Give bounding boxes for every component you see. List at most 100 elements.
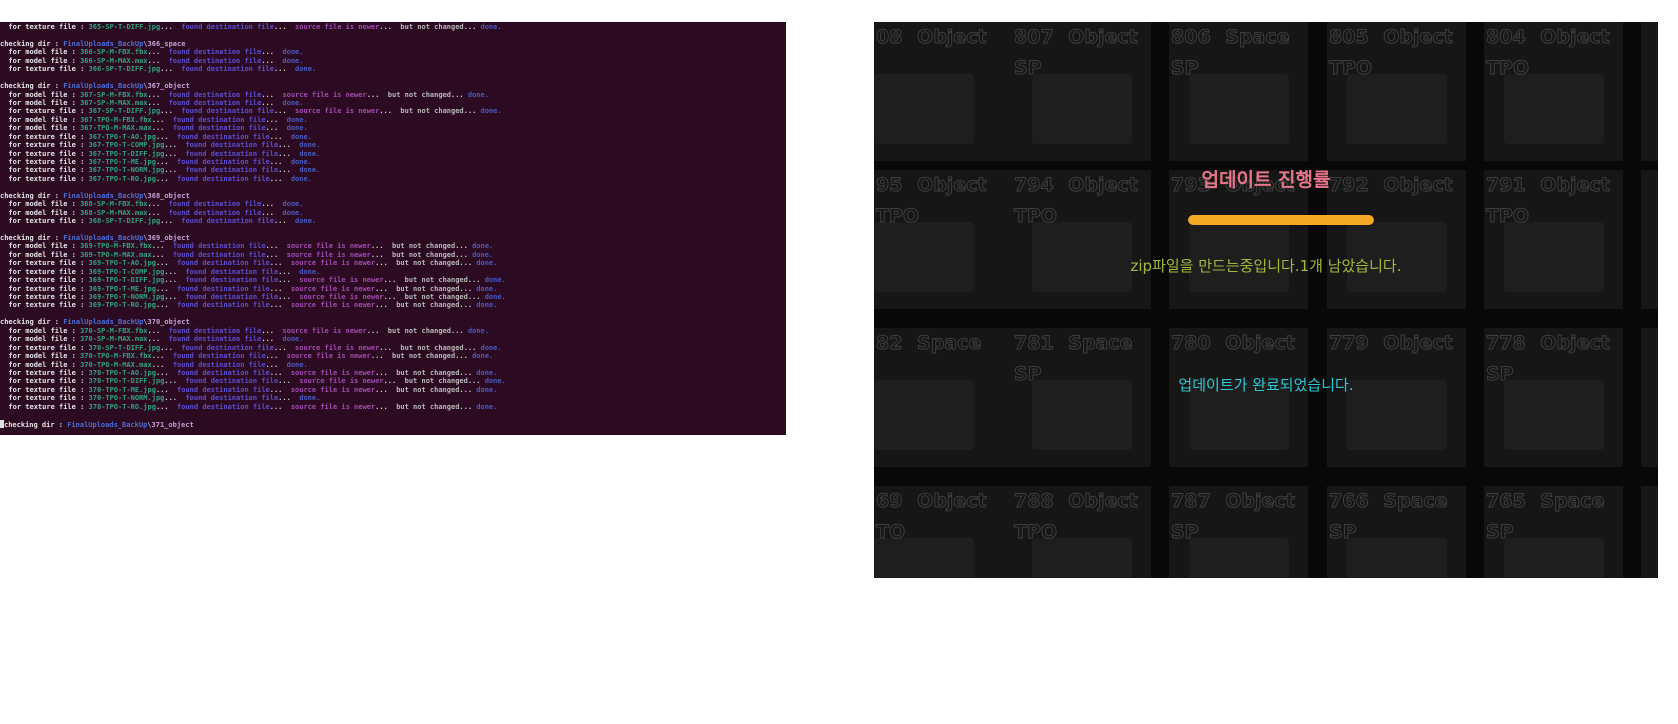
- not-changed-status: but not changed: [396, 368, 460, 377]
- not-changed-status: but not changed: [404, 276, 468, 285]
- terminal-file-line: for model file : 366-SP-M-MAX.max... fou…: [0, 56, 304, 65]
- asset-tile[interactable]: 807 Object SP: [1012, 22, 1151, 161]
- asset-thumbnail: [1347, 74, 1447, 144]
- source-status: source file is newer: [299, 276, 384, 285]
- progress-title: 업데이트 진행률: [1201, 169, 1331, 191]
- asset-tile[interactable]: 806 Space SP: [1169, 22, 1308, 161]
- asset-tile[interactable]: 779 Object: [1327, 328, 1466, 467]
- terminal-file-line: for model file : 367-SP-M-MAX.max... fou…: [0, 98, 304, 107]
- found-status: found destination file: [168, 90, 262, 99]
- terminal-file-line: for texture file : 369-TPO-T-ME.jpg... f…: [0, 284, 498, 293]
- done-status: done.: [467, 326, 489, 335]
- found-status: found destination file: [168, 335, 262, 344]
- not-changed-status: but not changed: [396, 385, 460, 394]
- done-status: done.: [484, 276, 506, 285]
- done-status: done.: [299, 166, 321, 175]
- file-label: for model file :: [0, 250, 81, 259]
- terminal-window[interactable]: for texture file : 365-SP-T-DIFF.jpg... …: [0, 22, 786, 435]
- source-status: source file is newer: [282, 90, 367, 99]
- found-status: found destination file: [172, 352, 266, 361]
- dir-name: \367_object: [143, 82, 190, 91]
- found-status: found destination file: [177, 259, 270, 268]
- terminal-file-line: for texture file : 369-TPO-T-COMP.jpg...…: [0, 267, 321, 276]
- dir-label: checking dir :: [4, 420, 68, 429]
- asset-tile[interactable]: 787 Object SP: [1169, 486, 1308, 578]
- done-status: done.: [282, 56, 304, 65]
- file-name: 370-TPO-T-NORM.jpg: [88, 394, 165, 403]
- terminal-file-line: for model file : 370-SP-M-MAX.max... fou…: [0, 335, 304, 344]
- asset-thumbnail: [1504, 74, 1604, 144]
- asset-tile[interactable]: 82 Space: [874, 328, 1015, 467]
- file-name: 370-TPO-T-RO.jpg: [88, 402, 156, 411]
- asset-tile[interactable]: 805 Object TPO: [1327, 22, 1466, 161]
- done-status: done.: [299, 141, 321, 150]
- found-status: found destination file: [168, 98, 262, 107]
- terminal-file-line: for texture file : 367-TPO-T-NORM.jpg...…: [0, 166, 321, 175]
- done-status: done.: [480, 343, 502, 352]
- asset-tile[interactable]: 780 Object: [1169, 328, 1308, 467]
- file-name: 367-TPO-T-NORM.jpg: [88, 166, 165, 175]
- terminal-log: for texture file : 365-SP-T-DIFF.jpg... …: [0, 22, 786, 429]
- found-status: found destination file: [181, 107, 274, 116]
- asset-tile[interactable]: 788 Object TPO: [1012, 486, 1151, 578]
- done-status: done.: [480, 23, 502, 31]
- file-label: for model file :: [0, 326, 81, 335]
- asset-tile[interactable]: 69 Object TO: [874, 486, 1015, 578]
- found-status: found destination file: [168, 326, 262, 335]
- dir-path: FinalUploads_BackUp: [63, 318, 144, 327]
- terminal-file-line: for texture file : 370-TPO-T-NORM.jpg...…: [0, 394, 321, 403]
- file-name: 369-TPO-T-DIFF.jpg: [88, 276, 165, 285]
- dir-label: checking dir :: [0, 191, 64, 200]
- not-changed-status: but not changed: [400, 107, 464, 116]
- found-status: found destination file: [172, 124, 266, 133]
- found-status: found destination file: [172, 250, 266, 259]
- not-changed-status: but not changed: [391, 250, 456, 259]
- terminal-file-line: for model file : 368-SP-M-MAX.max... fou…: [0, 208, 304, 217]
- terminal-file-line: for texture file : 369-TPO-T-AO.jpg... f…: [0, 259, 498, 268]
- found-status: found destination file: [185, 267, 279, 276]
- not-changed-status: but not changed: [396, 284, 460, 293]
- asset-tile[interactable]: 766 Space SP: [1327, 486, 1466, 578]
- not-changed-status: but not changed: [396, 402, 460, 411]
- asset-tile[interactable]: 781 Space SP: [1012, 328, 1151, 467]
- found-status: found destination file: [185, 377, 279, 386]
- asset-thumbnail: [1189, 74, 1289, 144]
- terminal-file-line: for texture file : 367-TPO-T-ME.jpg... f…: [0, 158, 312, 166]
- terminal-file-line: for texture file : 370-TPO-T-RO.jpg... f…: [0, 402, 498, 411]
- file-label: for texture file :: [0, 65, 89, 74]
- dir-label: checking dir :: [0, 318, 64, 327]
- found-status: found destination file: [185, 276, 279, 285]
- asset-tile[interactable]: 804 Object TPO: [1484, 22, 1623, 161]
- terminal-file-line: for texture file : 370-TPO-T-ME.jpg... f…: [0, 385, 498, 394]
- file-name: 370-TPO-T-AO.jpg: [88, 368, 156, 377]
- progress-bar-fill: [1188, 215, 1374, 225]
- terminal-file-line: for model file : 370-TPO-M-FBX.fbx... fo…: [0, 352, 494, 361]
- asset-tile-caption: 804 Object TPO: [1486, 26, 1611, 80]
- file-name: 366-SP-T-DIFF.jpg: [88, 65, 161, 74]
- file-label: for texture file :: [0, 284, 89, 293]
- file-label: for texture file :: [0, 377, 89, 386]
- done-status: done.: [472, 250, 494, 259]
- not-changed-status: but not changed: [400, 343, 464, 352]
- done-status: done.: [299, 267, 321, 276]
- asset-tile-partial: [1641, 22, 1658, 161]
- asset-tile[interactable]: 08 Object: [874, 22, 1015, 161]
- asset-tile[interactable]: 765 Space SP: [1484, 486, 1623, 578]
- not-changed-status: but not changed: [391, 242, 456, 251]
- found-status: found destination file: [185, 166, 279, 175]
- zip-status-text: zip파일을 만드는중입니다.1개 남았습니다.: [1130, 257, 1402, 275]
- found-status: found destination file: [181, 217, 274, 226]
- source-status: source file is newer: [295, 343, 380, 352]
- asset-tile-caption: 806 Space SP: [1171, 26, 1291, 80]
- done-status: done.: [290, 158, 312, 166]
- file-label: for texture file :: [0, 107, 89, 116]
- done-status: done.: [295, 217, 317, 226]
- file-label: for texture file :: [0, 402, 89, 411]
- found-status: found destination file: [177, 132, 270, 141]
- file-name: 369-TPO-T-COMP.jpg: [88, 267, 165, 276]
- file-name: 365-SP-T-DIFF.jpg: [88, 23, 161, 31]
- source-status: source file is newer: [282, 326, 367, 335]
- asset-tile[interactable]: 778 Object SP: [1484, 328, 1623, 467]
